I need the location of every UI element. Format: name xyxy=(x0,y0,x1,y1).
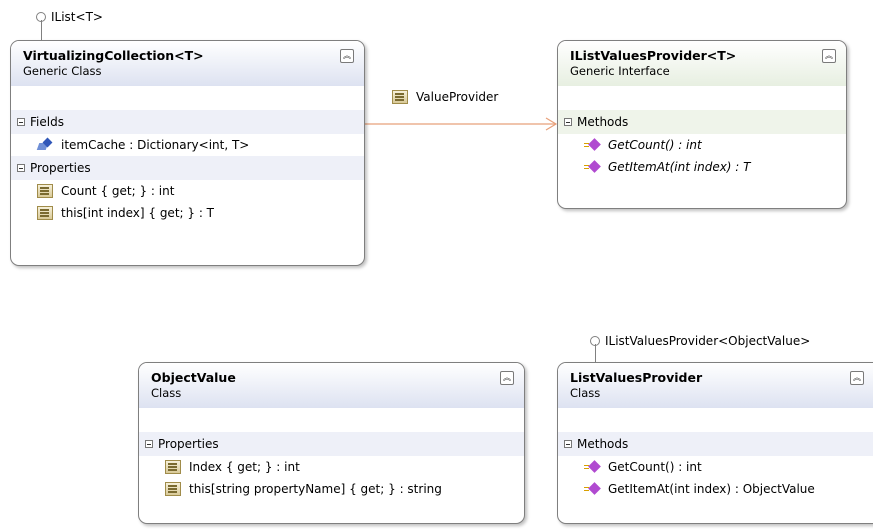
collapse-section-icon[interactable] xyxy=(564,118,572,126)
property-item[interactable]: Count { get; } : int xyxy=(11,180,364,202)
class-kind: Generic Class xyxy=(23,64,102,78)
collapse-section-icon[interactable] xyxy=(17,164,25,172)
class-name: VirtualizingCollection<T> xyxy=(23,48,204,63)
ilistvaluesprovider-objectvalue-lollipop-label: IListValuesProvider<ObjectValue> xyxy=(605,334,811,348)
interface-kind: Generic Interface xyxy=(570,64,670,78)
property-icon xyxy=(37,206,53,220)
method-icon xyxy=(584,160,600,174)
member-label: Index { get; } : int xyxy=(189,460,300,474)
section-label: Fields xyxy=(30,115,64,129)
method-icon xyxy=(584,138,600,152)
member-label: GetCount() : int xyxy=(608,460,702,474)
shape-header: ListValuesProvider Class ︽ xyxy=(558,363,873,408)
ilist-lollipop: IList<T> xyxy=(36,10,103,24)
property-item[interactable]: Index { get; } : int xyxy=(139,456,524,478)
class-name: ListValuesProvider xyxy=(570,370,703,385)
association-label-text: ValueProvider xyxy=(416,90,499,104)
ilistvaluesprovider-lollipop-stem xyxy=(595,344,596,363)
member-label: this[int index] { get; } : T xyxy=(61,206,215,220)
shape-header: ObjectValue Class ︽ xyxy=(139,363,524,408)
object-value-shape[interactable]: ObjectValue Class ︽ Properties Index { g… xyxy=(138,362,525,524)
member-label: itemCache : Dictionary<int, T> xyxy=(61,138,250,152)
ilist-values-provider-shape[interactable]: IListValuesProvider<T> Generic Interface… xyxy=(557,40,847,209)
property-icon xyxy=(37,184,53,198)
class-name: ObjectValue xyxy=(151,370,236,385)
ilistvaluesprovider-objectvalue-lollipop: IListValuesProvider<ObjectValue> xyxy=(590,334,810,348)
method-icon xyxy=(584,482,600,496)
ilist-lollipop-stem xyxy=(41,20,42,41)
property-icon xyxy=(165,482,181,496)
member-label: GetItemAt(int index) : ObjectValue xyxy=(608,482,815,496)
member-label: GetItemAt(int index) : T xyxy=(608,160,751,174)
interface-name: IListValuesProvider<T> xyxy=(570,48,737,63)
property-item[interactable]: this[string propertyName] { get; } : str… xyxy=(139,478,524,500)
fields-section-header[interactable]: Fields xyxy=(11,110,364,134)
method-item[interactable]: GetCount() : int xyxy=(558,134,846,156)
collapse-section-icon[interactable] xyxy=(145,440,153,448)
properties-section-header[interactable]: Properties xyxy=(11,156,364,180)
property-icon xyxy=(392,90,408,104)
method-item[interactable]: GetItemAt(int index) : ObjectValue xyxy=(558,478,873,500)
shape-header: VirtualizingCollection<T> Generic Class … xyxy=(11,41,364,86)
association-label: ValueProvider xyxy=(392,90,498,104)
method-item[interactable]: GetItemAt(int index) : T xyxy=(558,156,846,178)
virtualizing-collection-shape[interactable]: VirtualizingCollection<T> Generic Class … xyxy=(10,40,365,266)
class-kind: Class xyxy=(570,386,601,400)
method-item[interactable]: GetCount() : int xyxy=(558,456,873,478)
list-values-provider-shape[interactable]: ListValuesProvider Class ︽ Methods GetCo… xyxy=(557,362,873,524)
section-label: Properties xyxy=(158,437,219,451)
member-label: GetCount() : int xyxy=(608,138,702,152)
property-item[interactable]: this[int index] { get; } : T xyxy=(11,202,364,224)
shape-header: IListValuesProvider<T> Generic Interface… xyxy=(558,41,846,86)
collapse-section-icon[interactable] xyxy=(564,440,572,448)
section-label: Methods xyxy=(577,115,629,129)
property-icon xyxy=(165,460,181,474)
methods-section-header[interactable]: Methods xyxy=(558,432,873,456)
collapse-chevron-icon[interactable]: ︽ xyxy=(850,371,864,385)
field-item[interactable]: itemCache : Dictionary<int, T> xyxy=(11,134,364,156)
properties-section-header[interactable]: Properties xyxy=(139,432,524,456)
member-label: this[string propertyName] { get; } : str… xyxy=(189,482,442,496)
methods-section-header[interactable]: Methods xyxy=(558,110,846,134)
member-label: Count { get; } : int xyxy=(61,184,175,198)
field-icon xyxy=(37,138,53,152)
collapse-chevron-icon[interactable]: ︽ xyxy=(340,49,354,63)
class-kind: Class xyxy=(151,386,182,400)
ilist-lollipop-label: IList<T> xyxy=(51,10,103,24)
section-label: Properties xyxy=(30,161,91,175)
section-label: Methods xyxy=(577,437,629,451)
collapse-section-icon[interactable] xyxy=(17,118,25,126)
collapse-chevron-icon[interactable]: ︽ xyxy=(822,49,836,63)
method-icon xyxy=(584,460,600,474)
collapse-chevron-icon[interactable]: ︽ xyxy=(500,371,514,385)
